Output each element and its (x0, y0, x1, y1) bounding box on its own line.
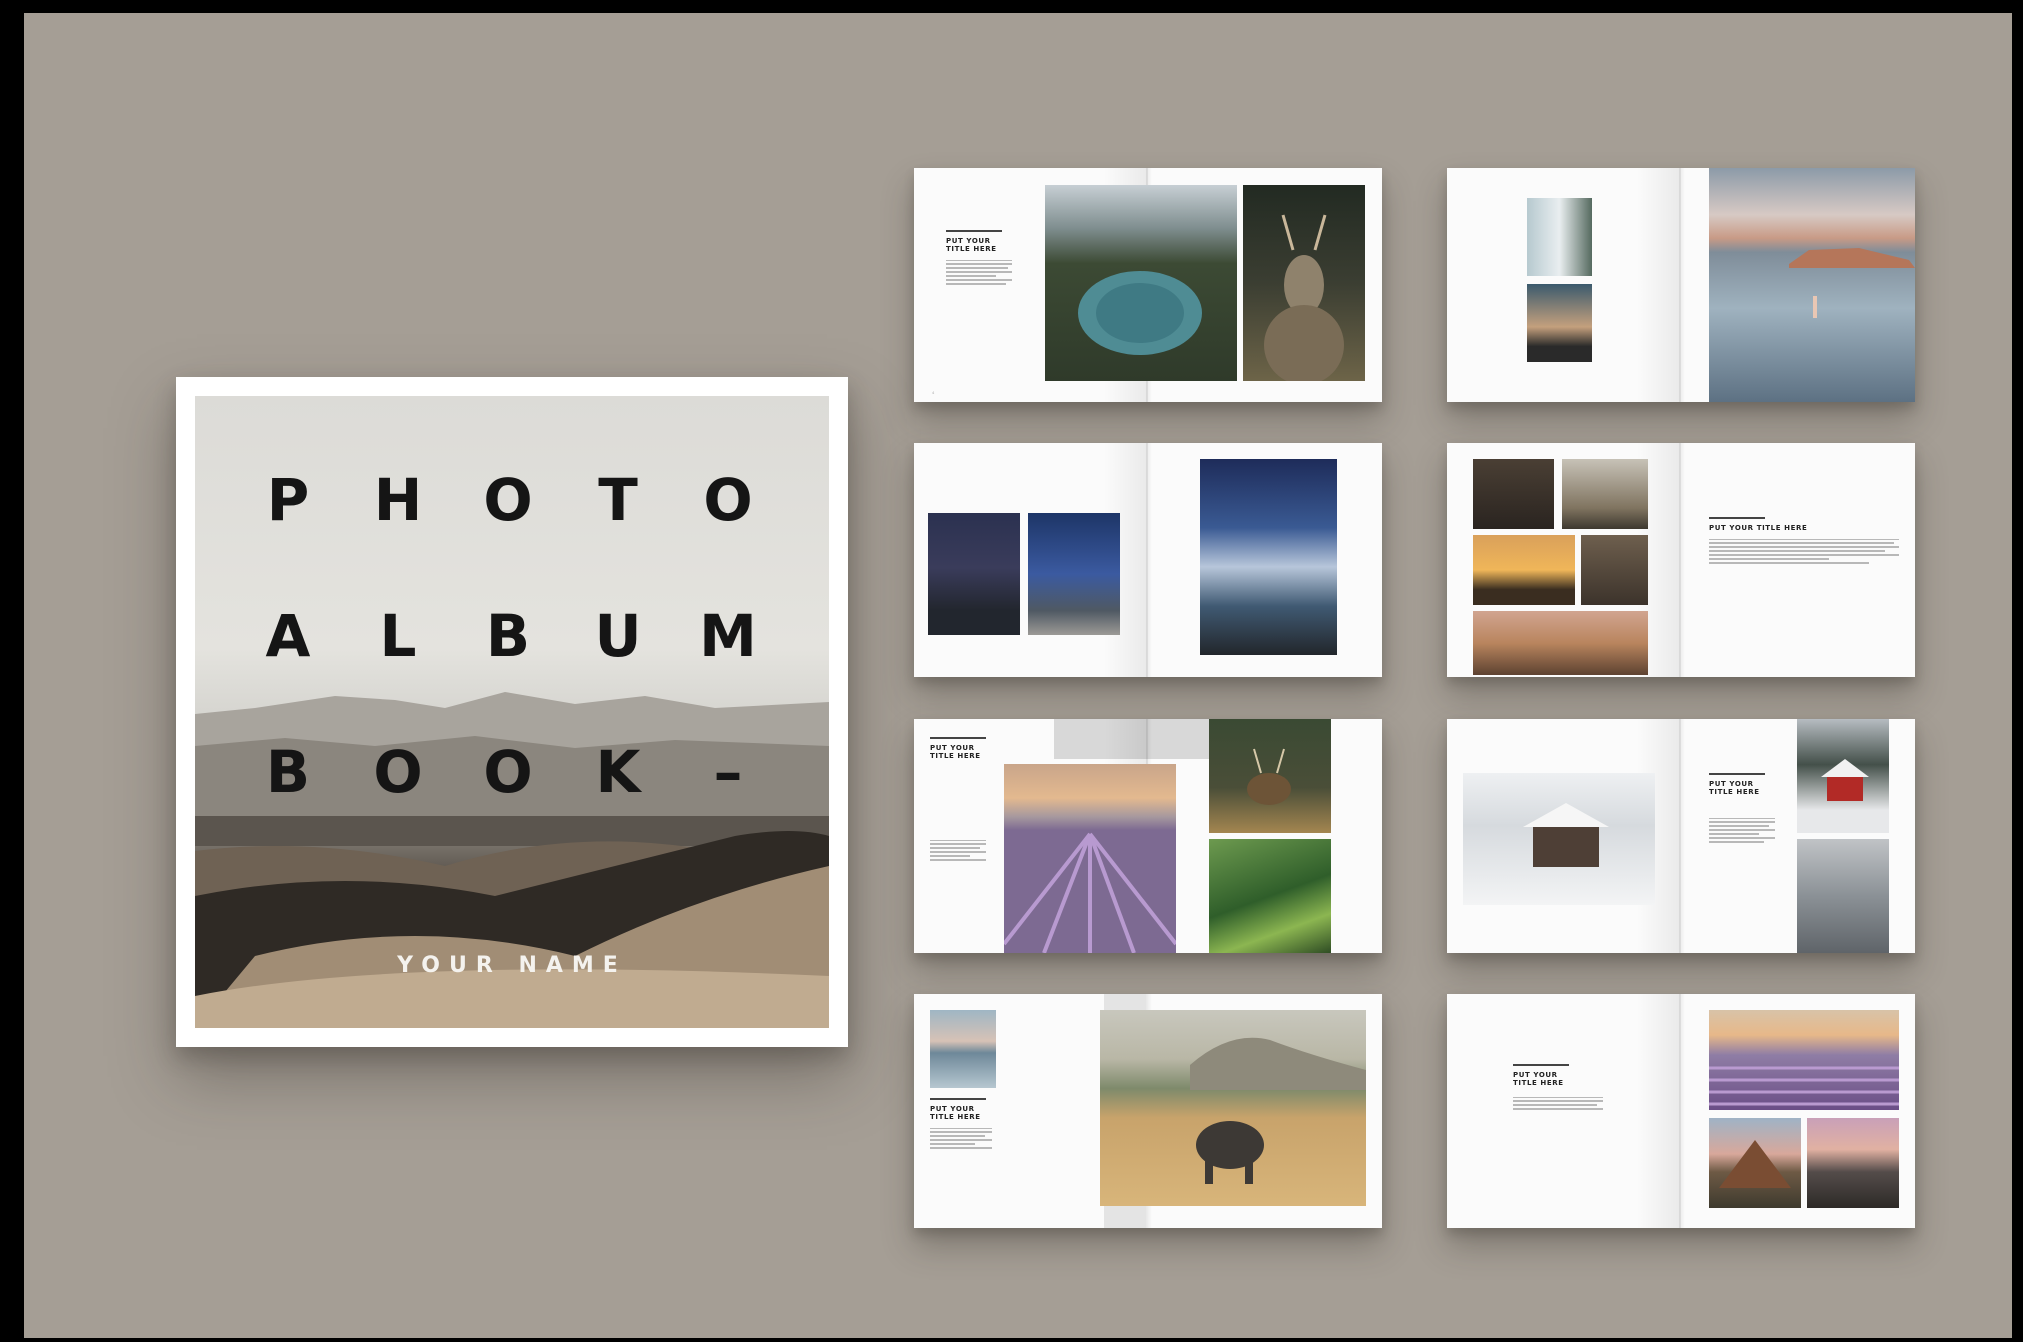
spread-6: PUT YOUR TITLE HERE (1447, 719, 1915, 953)
mockup-background: PHOTO ALBUM B O O K – YOUR NAME PUT YOUR TIT… (24, 13, 2012, 1338)
album-cover: PHOTO ALBUM B O O K – YOUR NAME (176, 377, 848, 1047)
spread-1: PUT YOUR TITLE HERE 4 (914, 168, 1382, 402)
road-photo (1562, 459, 1648, 529)
cover-desert-photo: PHOTO ALBUM B O O K – YOUR NAME (195, 396, 829, 1028)
motorbike-photo (1473, 459, 1554, 529)
spread-title: PUT YOUR TITLE HERE (930, 743, 981, 760)
cover-letter: O (483, 738, 533, 806)
night-sky-photo (928, 513, 1020, 635)
snow-forest-photo (1797, 839, 1889, 953)
elephant-savanna-photo (1100, 1010, 1366, 1206)
spread-3 (914, 443, 1382, 677)
mountain-photo (1709, 1118, 1801, 1208)
cover-letter: – (713, 738, 743, 806)
cover-letter: O (373, 738, 423, 806)
cover-author-name: YOUR NAME (397, 953, 627, 978)
lavender-field-photo (1004, 764, 1176, 953)
cover-letter: B (265, 738, 311, 806)
text-block: PUT YOUR TITLE HERE (930, 1098, 992, 1151)
desert-rocks-photo (1473, 611, 1648, 675)
cover-letter: K (595, 738, 641, 806)
waterfall-photo (1527, 198, 1592, 276)
cover-letter: M (699, 602, 757, 670)
spread-title: PUT YOUR TITLE HERE (1709, 523, 1808, 532)
cover-title-line-2: ALBUM (258, 602, 758, 670)
coast-night-photo (1200, 459, 1337, 655)
spread-5: PUT YOUR TITLE HERE (914, 719, 1382, 953)
spread-8: PUT YOUR TITLE HERE (1447, 994, 1915, 1228)
cover-title-line-1: PHOTO (258, 466, 758, 534)
text-block: PUT YOUR TITLE HERE (1709, 773, 1775, 845)
cover-letter: A (265, 602, 311, 670)
cover-letter: H (373, 466, 423, 534)
cover-title-line-3: B O O K – (258, 738, 758, 806)
cover-letter: P (266, 466, 310, 534)
spread-4: PUT YOUR TITLE HERE (1447, 443, 1915, 677)
spread-2 (1447, 168, 1915, 402)
cover-letter: U (594, 602, 642, 670)
cover-letter: O (483, 466, 533, 534)
rice-terrace-photo (1209, 839, 1331, 953)
spread-title: PUT YOUR TITLE HERE (1709, 779, 1760, 796)
spread-title: PUT YOUR TITLE HERE (946, 236, 997, 253)
lake-reflection-photo (1709, 168, 1915, 402)
lake-photo (1045, 185, 1237, 381)
reflection-photo (930, 1010, 996, 1088)
spread-title: PUT YOUR TITLE HERE (1513, 1070, 1564, 1087)
text-block: PUT YOUR TITLE HERE (1709, 517, 1899, 566)
lavender-panorama-photo (1709, 1010, 1899, 1110)
spread-title: PUT YOUR TITLE HERE (930, 1104, 981, 1121)
cover-letter: O (703, 466, 753, 534)
red-cabin-photo (1797, 719, 1889, 833)
cover-letter: L (379, 602, 417, 670)
traveler-photo (1581, 535, 1648, 605)
sunset-photo (1473, 535, 1575, 605)
text-block: PUT YOUR TITLE HERE (1513, 1064, 1603, 1112)
cover-letter: B (485, 602, 531, 670)
sunset-hill-photo (1527, 284, 1592, 362)
text-block: PUT YOUR TITLE HERE (930, 737, 986, 863)
dusk-hill-photo (1807, 1118, 1899, 1208)
milky-way-photo (1028, 513, 1120, 635)
snow-cabin-photo (1463, 773, 1655, 905)
cover-letter: T (598, 466, 638, 534)
stag-photo (1209, 719, 1331, 833)
spread-7: PUT YOUR TITLE HERE (914, 994, 1382, 1228)
deer-photo (1243, 185, 1365, 381)
text-block: PUT YOUR TITLE HERE (946, 230, 1012, 287)
